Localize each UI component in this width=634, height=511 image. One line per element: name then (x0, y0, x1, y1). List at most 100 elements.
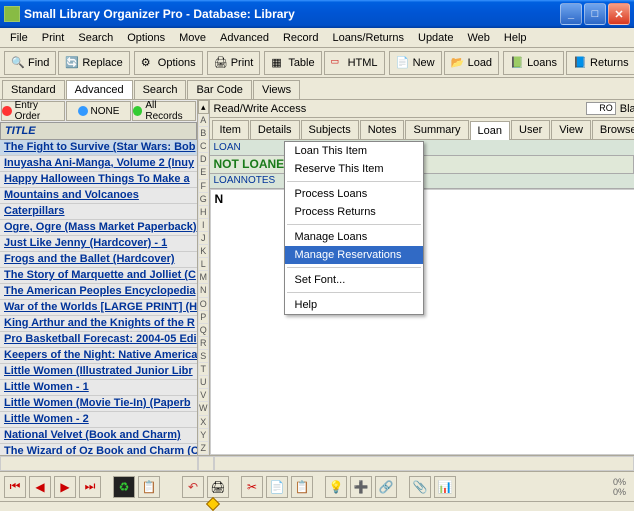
book-row[interactable]: Happy Halloween Things To Make a (0, 172, 197, 188)
ctx-set-font[interactable]: Set Font... (285, 271, 423, 289)
maximize-button[interactable]: □ (584, 3, 606, 25)
alpha-c[interactable]: C (198, 140, 209, 153)
book-row[interactable]: Mountains and Volcanoes (0, 188, 197, 204)
ctx-reserve-this-item[interactable]: Reserve This Item (285, 160, 423, 178)
alpha-t[interactable]: T (198, 363, 209, 376)
tip-button[interactable]: 💡 (325, 476, 347, 498)
html-button[interactable]: ▭HTML (324, 51, 385, 75)
alpha-l[interactable]: L (198, 258, 209, 271)
returns-button[interactable]: 📘Returns (566, 51, 634, 75)
book-row[interactable]: The American Peoples Encyclopedia (0, 284, 197, 300)
book-row[interactable]: Caterpillars (0, 204, 197, 220)
alpha-d[interactable]: D (198, 153, 209, 166)
detail-tab-view[interactable]: View (551, 120, 591, 139)
book-row[interactable]: The Story of Marquette and Jolliet (C (0, 268, 197, 284)
detail-tab-subjects[interactable]: Subjects (301, 120, 359, 139)
alpha-j[interactable]: J (198, 232, 209, 245)
menu-search[interactable]: Search (72, 30, 119, 46)
chart-button[interactable]: 📊 (434, 476, 456, 498)
menu-help[interactable]: Help (498, 30, 533, 46)
detail-tab-summary[interactable]: Summary (405, 120, 468, 139)
ctx-process-returns[interactable]: Process Returns (285, 203, 423, 221)
db-plus-button[interactable]: ➕ (350, 476, 372, 498)
alpha-x[interactable]: X (198, 416, 209, 429)
mode-tab-standard[interactable]: Standard (2, 80, 65, 99)
book-row[interactable]: Little Women (Illustrated Junior Libr (0, 364, 197, 380)
book-row[interactable]: Frogs and the Ballet (Hardcover) (0, 252, 197, 268)
db-link-button[interactable]: 🔗 (375, 476, 397, 498)
options-button[interactable]: ⚙Options (134, 51, 203, 75)
nav-prev-button[interactable]: ◀ (29, 476, 51, 498)
book-row[interactable]: Little Women - 2 (0, 412, 197, 428)
loans-button[interactable]: 📗Loans (503, 51, 564, 75)
alpha-z[interactable]: Z (198, 442, 209, 455)
mode-tab-views[interactable]: Views (253, 80, 300, 99)
menu-record[interactable]: Record (277, 30, 324, 46)
book-list[interactable]: The Fight to Survive (Star Wars: BobInuy… (0, 140, 197, 455)
book-row[interactable]: War of the Worlds [LARGE PRINT] (H (0, 300, 197, 316)
replace-button[interactable]: 🔄Replace (58, 51, 129, 75)
mode-tab-barcode[interactable]: Bar Code (187, 80, 251, 99)
menu-file[interactable]: File (4, 30, 34, 46)
nav-next-button[interactable]: ▶ (54, 476, 76, 498)
minimize-button[interactable]: _ (560, 3, 582, 25)
alpha-q[interactable]: Q (198, 324, 209, 337)
alpha-r[interactable]: R (198, 337, 209, 350)
alpha-s[interactable]: S (198, 350, 209, 363)
alpha-w[interactable]: W (198, 402, 209, 415)
nav-first-button[interactable]: ⏮ (4, 476, 26, 498)
book-row[interactable]: Little Women (Movie Tie-In) (Paperb (0, 396, 197, 412)
cut-button[interactable]: ✂ (241, 476, 263, 498)
alpha-b[interactable]: B (198, 127, 209, 140)
ctx-manage-reservations[interactable]: Manage Reservations (285, 246, 423, 264)
alpha-k[interactable]: K (198, 245, 209, 258)
table-button[interactable]: ▦Table (264, 51, 321, 75)
menu-move[interactable]: Move (173, 30, 212, 46)
all-records-button[interactable]: All Records (132, 101, 196, 121)
detail-tab-user[interactable]: User (511, 120, 550, 139)
book-row[interactable]: Inuyasha Ani-Manga, Volume 2 (Inuy (0, 156, 197, 172)
nav-last-button[interactable]: ⏭ (79, 476, 101, 498)
alpha-g[interactable]: G (198, 193, 209, 206)
book-row[interactable]: The Fight to Survive (Star Wars: Bob (0, 140, 197, 156)
book-row[interactable]: National Velvet (Book and Charm) (0, 428, 197, 444)
ctx-help[interactable]: Help (285, 296, 423, 314)
entry-order-button[interactable]: Entry Order (1, 101, 65, 121)
alpha-v[interactable]: V (198, 389, 209, 402)
print-button[interactable]: 🖨Print (207, 51, 261, 75)
ctx-loan-this-item[interactable]: Loan This Item (285, 142, 423, 160)
mode-tab-advanced[interactable]: Advanced (66, 80, 133, 99)
book-row[interactable]: Just Like Jenny (Hardcover) - 1 (0, 236, 197, 252)
menu-web[interactable]: Web (461, 30, 495, 46)
alpha-p[interactable]: P (198, 311, 209, 324)
list-column-header[interactable]: TITLE (0, 122, 197, 140)
new-button[interactable]: 📄New (389, 51, 442, 75)
copy-button[interactable]: 📄 (266, 476, 288, 498)
alpha-i[interactable]: I (198, 219, 209, 232)
alpha-f[interactable]: F (198, 180, 209, 193)
alpha-u[interactable]: U (198, 376, 209, 389)
detail-tab-browser[interactable]: Browser (592, 120, 634, 139)
close-button[interactable]: ✕ (608, 3, 630, 25)
alpha-up-button[interactable]: ▴ (198, 100, 209, 114)
blank-button[interactable]: Blank (620, 103, 634, 115)
print-rec-button[interactable]: 🖨 (207, 476, 229, 498)
menu-loansreturns[interactable]: Loans/Returns (326, 30, 410, 46)
book-row[interactable]: Keepers of the Night: Native America (0, 348, 197, 364)
paste-button[interactable]: 📋 (291, 476, 313, 498)
book-row[interactable]: Pro Basketball Forecast: 2004-05 Edi (0, 332, 197, 348)
alpha-o[interactable]: O (198, 298, 209, 311)
attach-button[interactable]: 📎 (409, 476, 431, 498)
menu-print[interactable]: Print (36, 30, 71, 46)
detail-tab-notes[interactable]: Notes (360, 120, 405, 139)
alpha-h[interactable]: H (198, 206, 209, 219)
alpha-m[interactable]: M (198, 271, 209, 284)
left-hscroll[interactable] (0, 456, 198, 471)
alpha-e[interactable]: E (198, 166, 209, 179)
detail-tab-details[interactable]: Details (250, 120, 300, 139)
load-button[interactable]: 📂Load (444, 51, 499, 75)
detail-tab-item[interactable]: Item (212, 120, 249, 139)
menu-advanced[interactable]: Advanced (214, 30, 275, 46)
menu-options[interactable]: Options (121, 30, 171, 46)
book-row[interactable]: Ogre, Ogre (Mass Market Paperback) (0, 220, 197, 236)
